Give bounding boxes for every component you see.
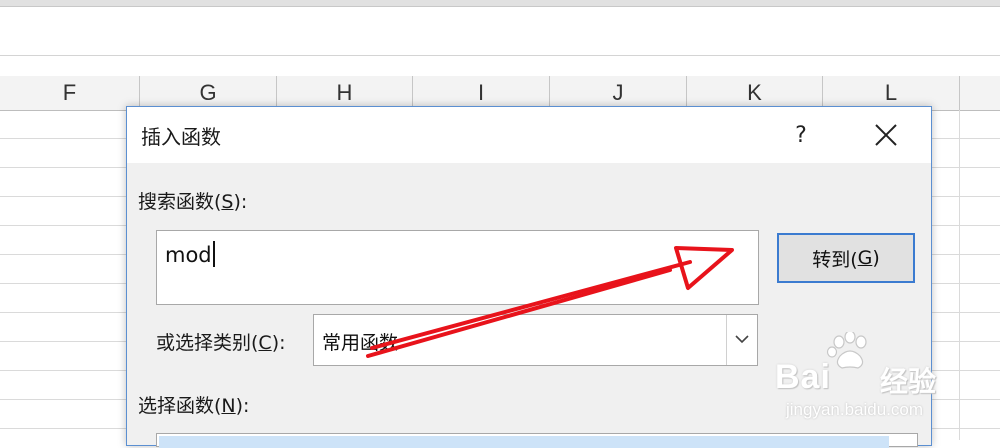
watermark-url: jingyan.baidu.com [786,400,924,419]
watermark-brand-suffix: 经验 [880,365,937,398]
watermark-brand: Bai [775,358,831,396]
